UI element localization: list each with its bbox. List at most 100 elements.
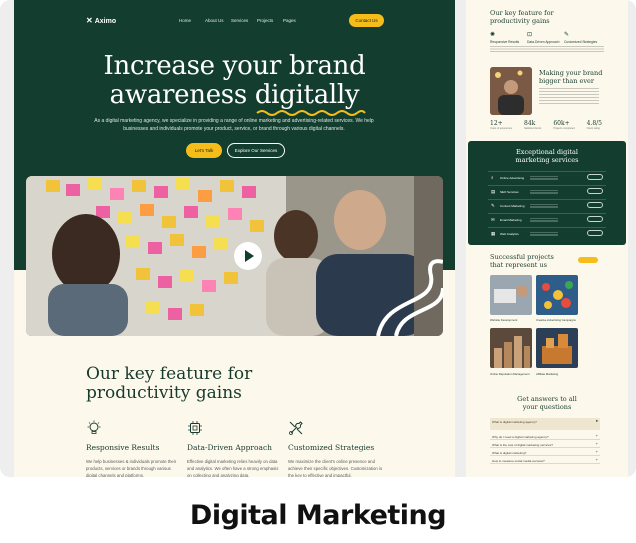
faq-question: How to measure social media success? xyxy=(492,458,545,463)
contact-button[interactable]: Contact Us xyxy=(349,14,384,27)
hero-subtitle: As a digital marketing agency, we specia… xyxy=(94,118,374,132)
preview-card: ✕ Aximo Home About Us Services Projects P… xyxy=(0,0,636,477)
service-row[interactable]: ✉ Email Marketing xyxy=(488,213,606,223)
tools-icon: ✎ xyxy=(564,32,570,38)
plus-icon[interactable]: + xyxy=(596,449,598,454)
chip-icon xyxy=(187,420,203,436)
service-button[interactable] xyxy=(587,202,603,208)
main-page-preview: ✕ Aximo Home About Us Services Projects P… xyxy=(14,0,455,477)
stat-item: 60k+ Projects completed xyxy=(553,120,574,130)
service-row[interactable]: ✎ Content Marketing xyxy=(488,199,606,209)
hero-video[interactable] xyxy=(26,176,443,336)
top-nav: ✕ Aximo Home About Us Services Projects P… xyxy=(86,14,384,28)
project-image[interactable] xyxy=(490,328,532,368)
pen-icon: ✎ xyxy=(491,203,495,208)
feature-data-driven: Data-Driven Approach Effective digital m… xyxy=(187,420,282,477)
plus-icon[interactable]: + xyxy=(596,433,598,438)
stat-label: Years of experience xyxy=(490,127,513,130)
plus-icon[interactable]: + xyxy=(596,457,598,462)
feature-customized-strategies: Customized Strategies We maximize the cl… xyxy=(288,420,383,477)
projects-button[interactable] xyxy=(578,257,598,263)
service-name: Web Analytics xyxy=(500,232,519,236)
nav-link-about[interactable]: About Us xyxy=(205,18,231,23)
project-label: Creative Advertising Campaigns xyxy=(536,318,576,322)
lightbulb-icon xyxy=(86,420,102,436)
side-bigger-text xyxy=(539,88,599,106)
stat-label: Satisfied clients xyxy=(524,127,542,130)
hero-title-highlight-text: digitally xyxy=(254,80,360,110)
nav-link-services[interactable]: Services xyxy=(231,18,257,23)
stat-item: 12+ Years of experience xyxy=(490,120,512,130)
service-desc xyxy=(530,217,558,222)
plus-icon[interactable]: + xyxy=(596,441,598,446)
explore-services-button[interactable]: Explore Our Services xyxy=(227,143,285,158)
nav-link-projects[interactable]: Projects xyxy=(257,18,283,23)
stat-number: 60k+ xyxy=(553,120,570,127)
project-label: Affiliate Marketing xyxy=(536,372,559,376)
faq-item[interactable]: How to measure social media success? + xyxy=(490,457,600,464)
faq-question: What is digital marketing agency? xyxy=(492,419,537,424)
minus-icon[interactable]: ● xyxy=(596,418,598,423)
key-features-title-line2: productivity gains xyxy=(86,383,242,403)
grid-icon: ▦ xyxy=(491,231,496,236)
stat-number: 12+ xyxy=(490,120,503,127)
services-title: Exceptional digital marketing services xyxy=(468,148,626,164)
tools-icon xyxy=(288,420,304,436)
side-feature-title: Responsive Results xyxy=(490,40,520,44)
side-feature-desc xyxy=(564,46,604,52)
service-name: Email Marketing xyxy=(500,218,522,222)
service-row[interactable]: ▦ Web Analytics xyxy=(488,227,606,237)
project-image[interactable] xyxy=(536,275,578,315)
service-name: Online Advertising xyxy=(500,176,525,180)
stat-label: Client rating xyxy=(586,127,600,130)
nav-link-home[interactable]: Home xyxy=(179,18,205,23)
service-row[interactable]: ▤ SEO Services xyxy=(488,185,606,195)
service-desc xyxy=(530,175,558,180)
feature-title: Customized Strategies xyxy=(288,443,375,452)
service-button[interactable] xyxy=(587,230,603,236)
side-feature-desc xyxy=(490,46,530,52)
lets-talk-button[interactable]: Let's Talk xyxy=(186,143,222,158)
key-features-title-line1: Our key feature for xyxy=(86,364,253,384)
side-feature-title: Customized Strategies xyxy=(564,40,598,44)
template-caption: Digital Marketing xyxy=(189,500,447,531)
faq-question: Why do I need a digital marketing agency… xyxy=(492,434,549,439)
faq-item[interactable]: Why do I need a digital marketing agency… xyxy=(490,433,600,440)
side-feature: ✎ Customized Strategies xyxy=(564,31,604,52)
stat-label: Projects completed xyxy=(553,127,575,130)
project-label: Website Development xyxy=(490,318,518,322)
service-desc xyxy=(530,231,558,236)
services-title-text: Exceptional digital marketing services xyxy=(515,148,579,164)
hero-title-highlight: digitally xyxy=(254,80,366,116)
service-desc xyxy=(530,189,558,194)
project-label: Online Reputation Management xyxy=(490,372,530,376)
logo[interactable]: ✕ Aximo xyxy=(86,16,116,25)
project-image[interactable] xyxy=(536,328,578,368)
feature-desc: Effective digital marketing relies heavi… xyxy=(187,459,279,477)
chart-icon: ▤ xyxy=(491,189,496,194)
service-button[interactable] xyxy=(587,174,603,180)
stat-number: 84k xyxy=(524,120,536,127)
stat-item: 4.8/5 Client rating xyxy=(587,120,602,130)
faq-item[interactable]: What is digital marketing agency? ● xyxy=(490,418,600,430)
service-desc xyxy=(530,203,558,208)
faq-question: What is digital marketing? xyxy=(492,450,527,455)
search-icon: ⌕ xyxy=(491,175,494,180)
project-image[interactable] xyxy=(490,275,532,315)
service-button[interactable] xyxy=(587,188,603,194)
side-bigger-title: Making your brand bigger than ever xyxy=(539,69,603,85)
play-button[interactable] xyxy=(234,242,262,270)
feature-responsive-results: Responsive Results We help businesses & … xyxy=(86,420,181,477)
services-panel: Exceptional digital marketing services ⌕… xyxy=(468,141,626,245)
lightbulb-icon: ✺ xyxy=(490,32,496,38)
service-row[interactable]: ⌕ Online Advertising xyxy=(488,171,606,181)
wavy-underline xyxy=(256,110,366,116)
faq-item[interactable]: What is digital marketing? + xyxy=(490,449,600,456)
nav-link-pages[interactable]: Pages xyxy=(283,18,309,23)
service-button[interactable] xyxy=(587,216,603,222)
nav-links: Home About Us Services Projects Pages xyxy=(179,18,309,23)
side-feature-title: Data-Driven Approach xyxy=(527,40,560,44)
mail-icon: ✉ xyxy=(491,217,495,222)
faq-item[interactable]: What is the cost of digital marketing se… xyxy=(490,441,600,448)
key-features-title: Our key feature for productivity gains xyxy=(86,365,252,403)
